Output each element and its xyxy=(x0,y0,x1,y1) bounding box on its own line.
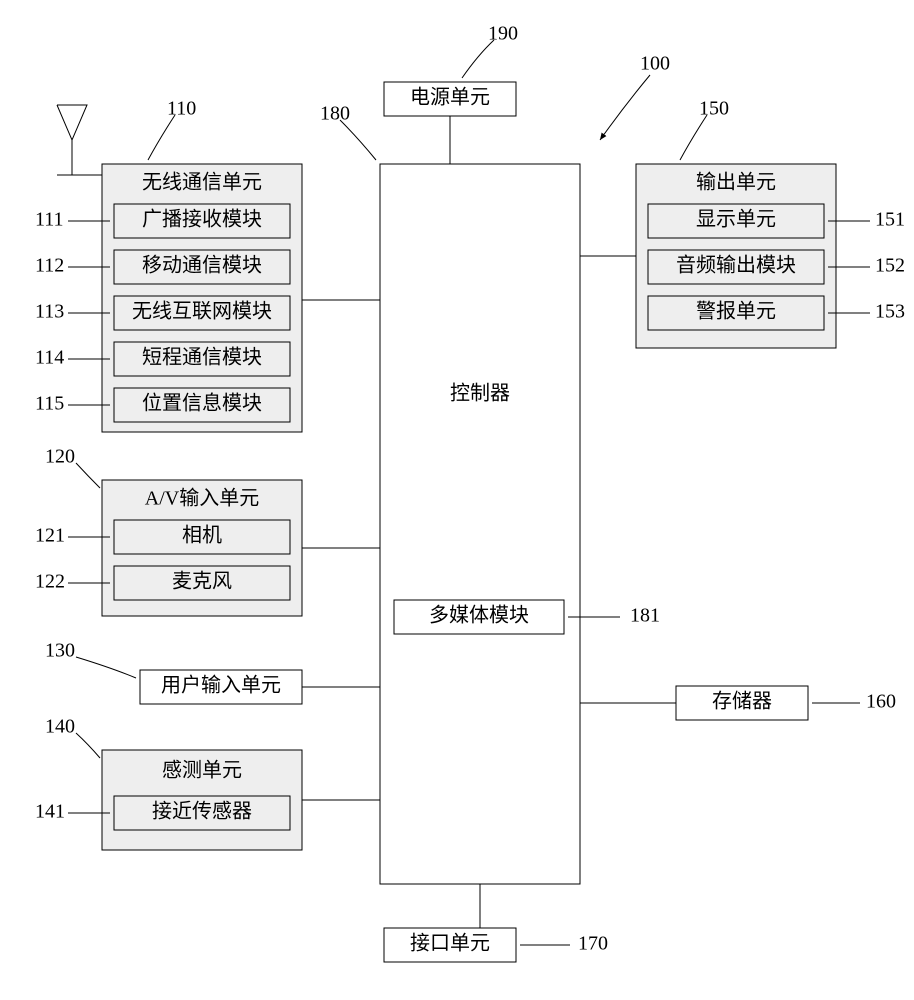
ref-shortrange: 114 xyxy=(35,347,64,369)
ref-interface: 170 xyxy=(578,933,608,955)
svg-text:多媒体模块: 多媒体模块 xyxy=(429,604,529,627)
ref-display: 151 xyxy=(875,209,905,231)
svg-text:存储器: 存储器 xyxy=(712,690,772,713)
svg-text:接近传感器: 接近传感器 xyxy=(152,800,252,823)
ref-output: 150 xyxy=(699,98,729,120)
multimedia-module: 多媒体模块 xyxy=(394,600,564,634)
wireless-unit-title: 无线通信单元 xyxy=(142,171,262,194)
display-unit: 显示单元 xyxy=(648,204,824,238)
ref-alarm: 153 xyxy=(875,301,905,323)
mic-module: 麦克风 xyxy=(114,566,290,600)
ref-device: 100 xyxy=(640,53,670,75)
ref-wireless: 110 xyxy=(167,98,196,120)
svg-text:广播接收模块: 广播接收模块 xyxy=(142,208,262,231)
svg-text:音频输出模块: 音频输出模块 xyxy=(676,254,796,277)
svg-text:相机: 相机 xyxy=(182,524,222,547)
wireless-unit-group: 无线通信单元 广播接收模块 移动通信模块 无线互联网模块 短程通信模块 位置信息… xyxy=(102,164,302,432)
ref-mobile: 112 xyxy=(35,255,64,277)
internet-module: 无线互联网模块 xyxy=(114,296,290,330)
svg-text:位置信息模块: 位置信息模块 xyxy=(142,392,262,415)
camera-module: 相机 xyxy=(114,520,290,554)
mobile-module: 移动通信模块 xyxy=(114,250,290,284)
ref-userinput: 130 xyxy=(45,640,75,662)
ref-broadcast: 111 xyxy=(35,209,64,231)
ref-controller: 180 xyxy=(320,103,350,125)
ref-internet: 113 xyxy=(35,301,64,323)
output-group: 输出单元 显示单元 音频输出模块 警报单元 xyxy=(636,164,836,348)
diagram-canvas: 无线通信单元 广播接收模块 移动通信模块 无线互联网模块 短程通信模块 位置信息… xyxy=(0,0,914,1000)
sensing-title: 感测单元 xyxy=(162,759,242,782)
av-input-group: A/V输入单元 相机 麦克风 xyxy=(102,480,302,616)
controller-block: 控制器 多媒体模块 xyxy=(380,164,580,884)
storage-unit: 存储器 xyxy=(676,686,808,720)
ref-sensing: 140 xyxy=(45,716,75,738)
ref-power: 190 xyxy=(488,23,518,45)
shortrange-module: 短程通信模块 xyxy=(114,342,290,376)
user-input-unit: 用户输入单元 xyxy=(140,670,302,704)
interface-unit: 接口单元 xyxy=(384,928,516,962)
ref-audio: 152 xyxy=(875,255,905,277)
svg-text:控制器: 控制器 xyxy=(450,382,510,405)
proximity-sensor: 接近传感器 xyxy=(114,796,290,830)
svg-text:麦克风: 麦克风 xyxy=(172,570,232,593)
svg-text:显示单元: 显示单元 xyxy=(696,208,776,231)
location-module: 位置信息模块 xyxy=(114,388,290,422)
svg-text:移动通信模块: 移动通信模块 xyxy=(142,254,262,277)
output-title: 输出单元 xyxy=(696,171,776,194)
svg-text:电源单元: 电源单元 xyxy=(410,86,490,109)
svg-text:无线互联网模块: 无线互联网模块 xyxy=(132,300,272,323)
svg-text:警报单元: 警报单元 xyxy=(696,300,776,323)
sensing-group: 感测单元 接近传感器 xyxy=(102,750,302,850)
ref-mic: 122 xyxy=(35,571,65,593)
alarm-unit: 警报单元 xyxy=(648,296,824,330)
ref-multimedia: 181 xyxy=(630,605,660,627)
ref-proximity: 141 xyxy=(35,801,65,823)
ref-storage: 160 xyxy=(866,691,896,713)
ref-camera: 121 xyxy=(35,525,65,547)
av-title: A/V输入单元 xyxy=(145,487,259,510)
antenna-icon xyxy=(57,105,102,175)
svg-text:用户输入单元: 用户输入单元 xyxy=(161,674,281,697)
svg-text:短程通信模块: 短程通信模块 xyxy=(142,346,262,369)
svg-text:接口单元: 接口单元 xyxy=(410,932,490,955)
ref-av: 120 xyxy=(45,446,75,468)
audio-output-module: 音频输出模块 xyxy=(648,250,824,284)
ref-location: 115 xyxy=(35,393,64,415)
power-unit: 电源单元 xyxy=(384,82,516,116)
broadcast-module: 广播接收模块 xyxy=(114,204,290,238)
